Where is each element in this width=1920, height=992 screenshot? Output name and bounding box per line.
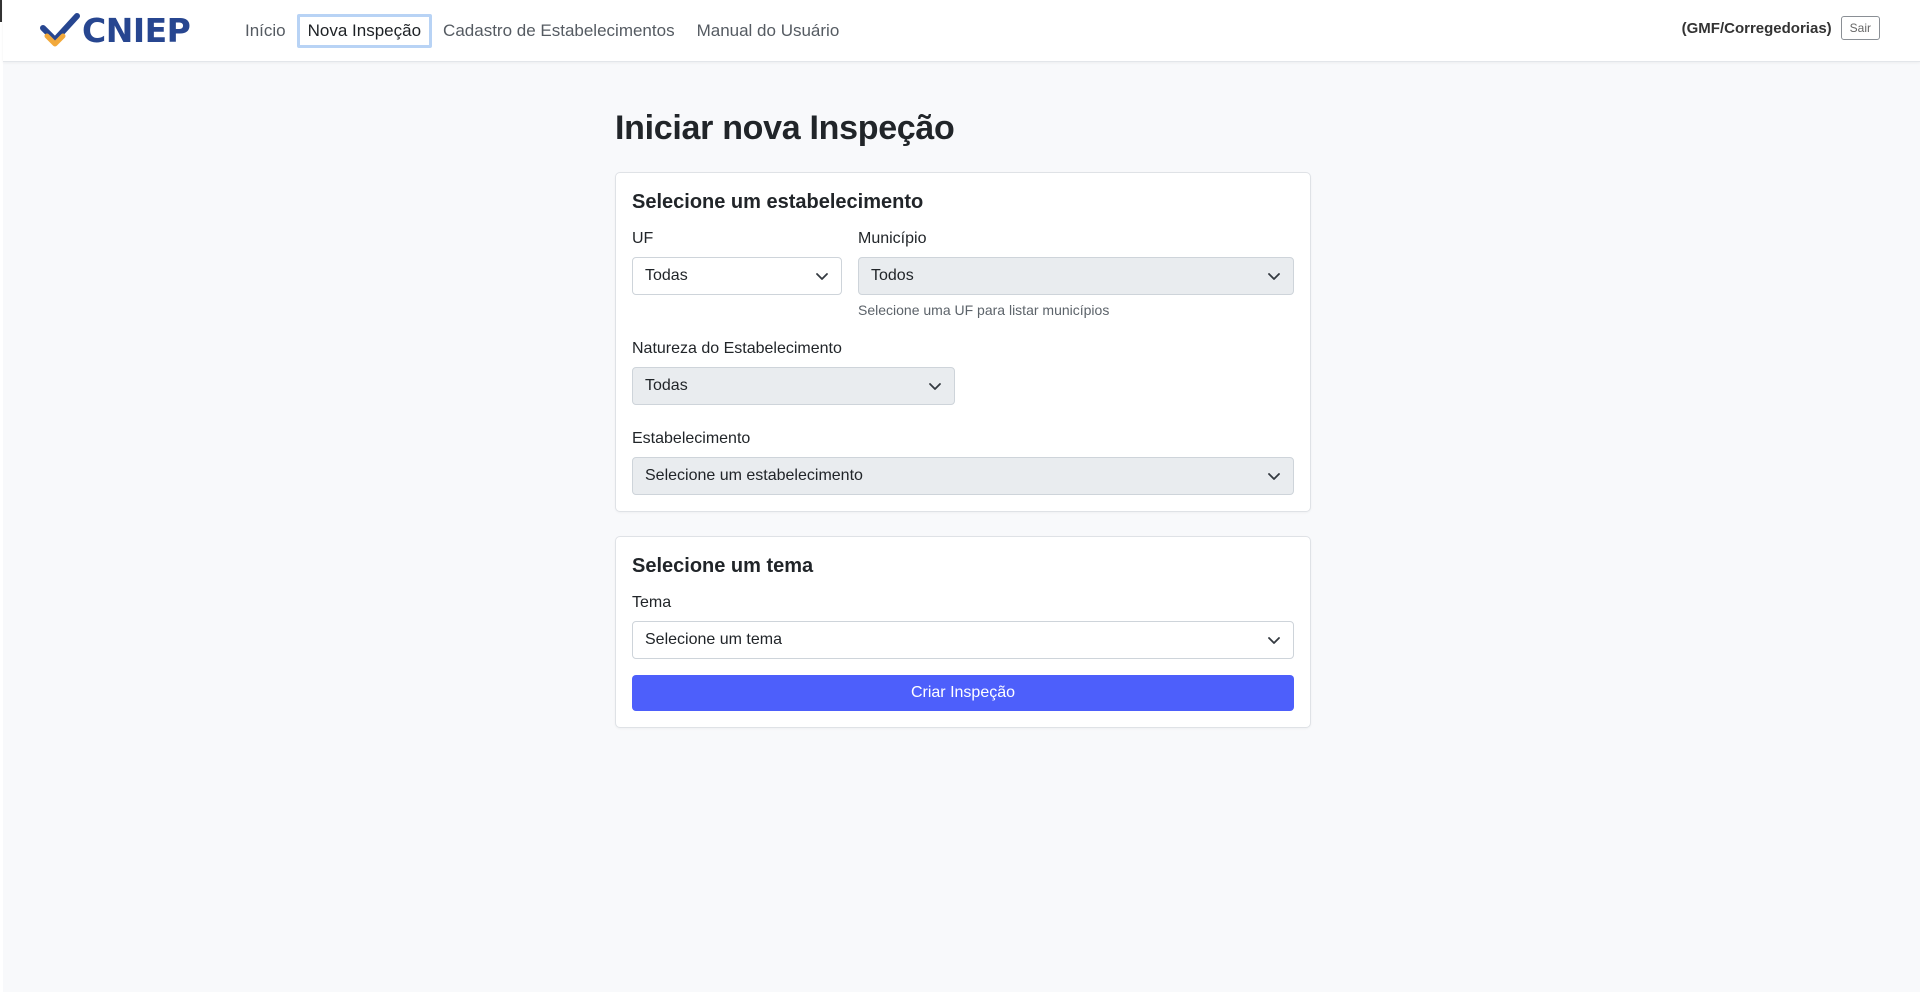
- municipio-label: Município: [858, 230, 927, 247]
- municipio-group: Município Todos Selecione uma UF para li…: [858, 229, 1294, 319]
- tema-select[interactable]: Selecione um tema: [632, 621, 1294, 659]
- logout-button[interactable]: Sair: [1840, 16, 1880, 40]
- theme-card: Selecione um tema Tema Selecione um tema…: [615, 536, 1311, 728]
- window-edge: [0, 0, 3, 992]
- municipio-select-value: Todos: [871, 267, 914, 284]
- nav-item-cadastro-estabelecimentos[interactable]: Cadastro de Estabelecimentos: [432, 14, 686, 48]
- estabelecimento-select-value: Selecione um estabelecimento: [645, 467, 863, 484]
- estabelecimento-label: Estabelecimento: [632, 430, 751, 447]
- main-nav: Início Nova Inspeção Cadastro de Estabel…: [234, 14, 850, 48]
- uf-select-value: Todas: [645, 267, 688, 284]
- nav-item-manual-usuario[interactable]: Manual do Usuário: [686, 14, 851, 48]
- uf-municipio-row: UF Todas Município Todos Selecione uma U…: [632, 229, 1294, 319]
- uf-label: UF: [632, 230, 654, 247]
- nav-item-inicio[interactable]: Início: [234, 14, 297, 48]
- chevron-down-icon: [1268, 273, 1280, 280]
- municipio-select[interactable]: Todos: [858, 257, 1294, 295]
- chevron-down-icon: [929, 383, 941, 390]
- natureza-select[interactable]: Todas: [632, 367, 955, 405]
- brand-logo-link[interactable]: CNIEP: [39, 10, 191, 50]
- tema-label: Tema: [632, 594, 672, 611]
- uf-group: UF Todas: [632, 229, 842, 319]
- page-title: Iniciar nova Inspeção: [615, 109, 955, 147]
- window-edge-marker: [0, 0, 2, 22]
- uf-select[interactable]: Todas: [632, 257, 842, 295]
- establishment-card-title: Selecione um estabelecimento: [632, 191, 924, 213]
- natureza-label: Natureza do Estabelecimento: [632, 340, 842, 357]
- theme-card-title: Selecione um tema: [632, 555, 814, 577]
- natureza-group: Natureza do Estabelecimento Todas: [632, 339, 1294, 405]
- establishment-card: Selecione um estabelecimento UF Todas Mu…: [615, 172, 1311, 512]
- user-role-label: (GMF/Corregedorias): [1681, 19, 1832, 37]
- chevron-down-icon: [1268, 473, 1280, 480]
- estabelecimento-select[interactable]: Selecione um estabelecimento: [632, 457, 1294, 495]
- create-inspection-button[interactable]: Criar Inspeção: [632, 675, 1294, 711]
- top-navbar: CNIEP Início Nova Inspeção Cadastro de E…: [3, 0, 1920, 62]
- checkmark-logo-icon: [40, 13, 80, 47]
- user-area: (GMF/Corregedorias) Sair: [1682, 16, 1880, 40]
- natureza-select-value: Todas: [645, 377, 688, 394]
- municipio-help-text: Selecione uma UF para listar municípios: [858, 302, 1110, 318]
- tema-select-value: Selecione um tema: [645, 631, 782, 648]
- nav-item-nova-inspecao[interactable]: Nova Inspeção: [296, 14, 433, 48]
- estabelecimento-group: Estabelecimento Selecione um estabelecim…: [632, 429, 1294, 495]
- chevron-down-icon: [1268, 637, 1280, 644]
- brand-name: CNIEP: [82, 10, 191, 50]
- chevron-down-icon: [816, 273, 828, 280]
- main-content: Iniciar nova Inspeção Selecione um estab…: [615, 108, 1311, 752]
